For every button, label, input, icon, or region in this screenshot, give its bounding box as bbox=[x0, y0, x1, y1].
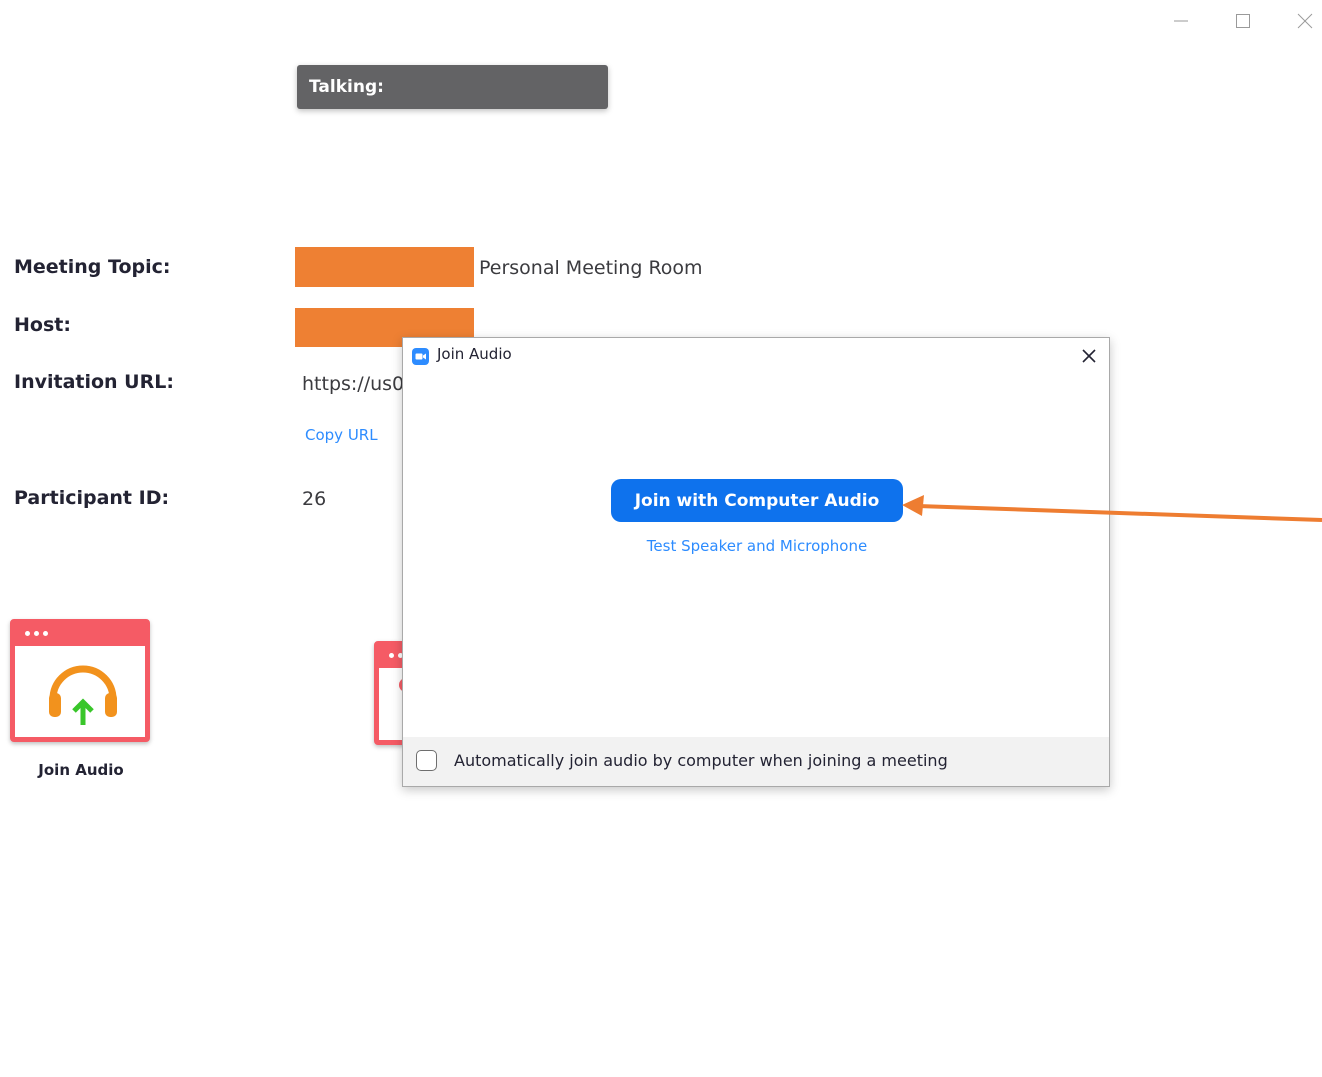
close-icon bbox=[1297, 13, 1313, 29]
join-audio-dialog: Join Audio Join with Computer Audio Test… bbox=[402, 337, 1110, 787]
maximize-button[interactable] bbox=[1228, 8, 1258, 34]
talking-indicator: Talking: bbox=[297, 65, 608, 109]
join-with-computer-audio-button[interactable]: Join with Computer Audio bbox=[611, 479, 903, 522]
redacted-block bbox=[295, 247, 474, 287]
tile-titlebar bbox=[15, 624, 145, 646]
meeting-topic-label: Meeting Topic: bbox=[14, 256, 171, 278]
participant-id-value: 26 bbox=[302, 488, 327, 510]
minimize-button[interactable] bbox=[1166, 8, 1196, 34]
dialog-close-button[interactable] bbox=[1077, 344, 1101, 368]
zoom-logo-icon bbox=[412, 348, 429, 365]
talking-label: Talking: bbox=[309, 77, 384, 97]
minimize-icon bbox=[1174, 20, 1188, 22]
copy-url-link[interactable]: Copy URL bbox=[305, 426, 378, 444]
maximize-icon bbox=[1236, 14, 1250, 28]
window-close-button[interactable] bbox=[1290, 8, 1320, 34]
join-audio-tile[interactable] bbox=[10, 619, 150, 742]
host-label: Host: bbox=[14, 314, 71, 336]
headphones-icon bbox=[49, 665, 117, 725]
close-icon bbox=[1082, 349, 1096, 363]
meeting-topic-value: Personal Meeting Room bbox=[479, 257, 703, 279]
dialog-footer: Automatically join audio by computer whe… bbox=[403, 737, 1109, 786]
participant-id-label: Participant ID: bbox=[14, 487, 170, 509]
dialog-title: Join Audio bbox=[437, 345, 512, 363]
invitation-url-value: https://us0 bbox=[302, 373, 405, 395]
auto-join-audio-label: Automatically join audio by computer whe… bbox=[454, 751, 948, 770]
auto-join-audio-checkbox[interactable] bbox=[416, 750, 437, 771]
test-speaker-microphone-link[interactable]: Test Speaker and Microphone bbox=[611, 537, 903, 555]
join-audio-tile-label: Join Audio bbox=[38, 761, 124, 779]
invitation-url-label: Invitation URL: bbox=[14, 371, 174, 393]
